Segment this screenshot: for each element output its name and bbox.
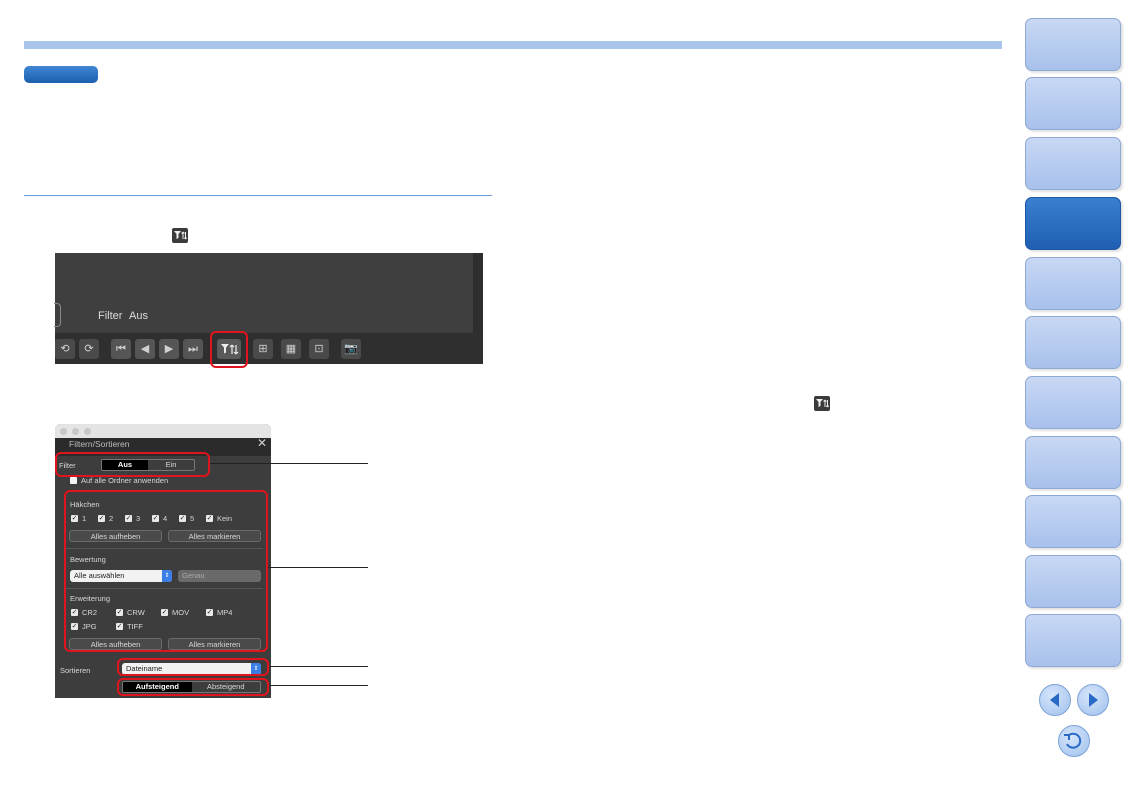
filter-status-label: Filter xyxy=(98,310,123,322)
histogram-icon[interactable]: ▦ xyxy=(281,339,301,359)
side-handle xyxy=(54,303,61,327)
toolbar-screenshot: Filter Aus ⟲ ⟳ ⏮ ◀ ▶ ⏭ ⊞ ▦ ⊡ 📷 xyxy=(54,253,483,368)
nav-tab[interactable] xyxy=(1025,257,1121,310)
sort-select-highlight xyxy=(117,658,269,676)
focus-frame-icon[interactable]: ⊡ xyxy=(309,339,329,359)
nav-tab[interactable] xyxy=(1025,436,1121,489)
top-rule xyxy=(24,41,1002,49)
window-close-dot[interactable] xyxy=(60,428,67,435)
callout-line xyxy=(210,463,368,464)
previous-image-icon[interactable]: ◀ xyxy=(135,339,155,359)
filter-highlight xyxy=(55,452,210,477)
callout-line xyxy=(268,567,368,568)
nav-tab[interactable] xyxy=(1025,555,1121,608)
sort-order-highlight xyxy=(117,678,269,696)
subsection-rule xyxy=(24,195,492,196)
apply-all-label: Auf alle Ordner anwenden xyxy=(81,476,169,485)
callout-line xyxy=(269,666,368,667)
nav-tab-active[interactable] xyxy=(1025,197,1121,250)
nav-tab[interactable] xyxy=(1025,316,1121,369)
last-image-icon[interactable]: ⏭ xyxy=(183,339,203,359)
nav-tab[interactable] xyxy=(1025,77,1121,130)
scrollbar xyxy=(473,253,483,333)
nav-tab[interactable] xyxy=(1025,614,1121,667)
filter-button-highlight xyxy=(210,331,248,368)
nav-tab[interactable] xyxy=(1025,376,1121,429)
sort-label: Sortieren xyxy=(60,666,91,675)
criteria-highlight xyxy=(64,490,268,652)
filter-status-value: Aus xyxy=(129,310,148,322)
filter-sort-icon xyxy=(172,228,188,243)
return-icon[interactable] xyxy=(1058,725,1090,757)
panel-title: Filtern/Sortieren xyxy=(69,439,130,449)
camera-icon[interactable]: 📷 xyxy=(341,339,361,359)
window-minimize-dot[interactable] xyxy=(72,428,79,435)
callout-line xyxy=(269,685,368,686)
rotate-right-icon[interactable]: ⟳ xyxy=(79,339,99,359)
grid-icon[interactable]: ⊞ xyxy=(253,339,273,359)
apply-all-checkbox[interactable] xyxy=(70,477,77,484)
filter-sort-icon xyxy=(814,396,830,411)
nav-tab[interactable] xyxy=(1025,137,1121,190)
close-icon[interactable]: ✕ xyxy=(257,436,267,450)
first-image-icon[interactable]: ⏮ xyxy=(111,339,131,359)
next-page-icon[interactable] xyxy=(1077,684,1109,716)
previous-page-icon[interactable] xyxy=(1039,684,1071,716)
section-badge xyxy=(24,66,98,83)
nav-tab[interactable] xyxy=(1025,495,1121,548)
rotate-left-icon[interactable]: ⟲ xyxy=(55,339,75,359)
window-zoom-dot[interactable] xyxy=(84,428,91,435)
next-image-icon[interactable]: ▶ xyxy=(159,339,179,359)
nav-tab[interactable] xyxy=(1025,18,1121,71)
